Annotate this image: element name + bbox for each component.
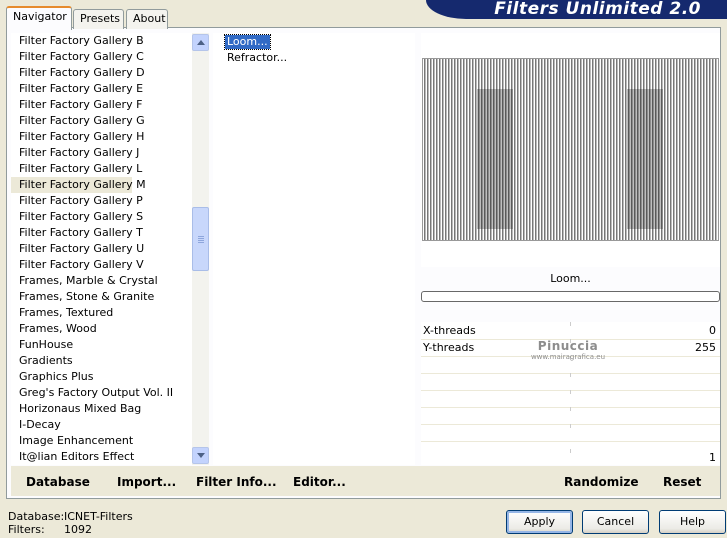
chevron-up-icon [197, 40, 205, 45]
category-item[interactable]: Frames, Wood [11, 321, 191, 337]
filter-item[interactable]: Refractor... [225, 51, 289, 65]
category-item[interactable]: Filter Factory Gallery S [11, 209, 191, 225]
parameter-row[interactable] [421, 424, 720, 442]
parameter-row[interactable] [421, 373, 720, 391]
category-item[interactable]: Frames, Stone & Granite [11, 289, 191, 305]
tab-presets[interactable]: Presets [73, 9, 124, 29]
watermark: Pinuccia www.mairagrafica.eu [513, 340, 623, 362]
navigator-toolbar: Database Import... Filter Info... Editor… [11, 466, 720, 496]
filter-info-button[interactable]: Filter Info... [196, 475, 277, 489]
category-item[interactable]: Filter Factory Gallery P [11, 193, 191, 209]
category-item[interactable]: Filter Factory Gallery H [11, 129, 191, 145]
category-item[interactable]: Image Enhancement [11, 433, 191, 449]
category-item[interactable]: It@lian Editors Effect [11, 449, 191, 465]
category-item[interactable]: FunHouse [11, 337, 191, 353]
category-item[interactable]: Filter Factory Gallery L [11, 161, 191, 177]
filter-list: Loom... Refractor... [213, 33, 415, 465]
database-value: ICNET-Filters [64, 510, 133, 523]
category-item[interactable]: Frames, Marble & Crystal [11, 273, 191, 289]
randomize-button[interactable]: Randomize [564, 475, 638, 489]
status-area: Database:ICNET-Filters Filters: 1092 [8, 510, 133, 536]
scroll-thumb[interactable] [192, 207, 209, 271]
category-item[interactable]: Filter Factory Gallery C [11, 49, 191, 65]
category-item[interactable]: Filter Factory Gallery T [11, 225, 191, 241]
parameter-value: 1 [709, 451, 716, 464]
preview-image [422, 58, 719, 241]
category-item[interactable]: Filter Factory Gallery G [11, 113, 191, 129]
cancel-button[interactable]: Cancel [582, 510, 649, 534]
filters-count: 1092 [64, 523, 92, 536]
parameter-row[interactable] [421, 407, 720, 425]
category-item[interactable]: Gradients [11, 353, 191, 369]
category-item[interactable]: Filter Factory Gallery B [11, 33, 191, 49]
category-scrollbar[interactable] [192, 33, 209, 465]
parameter-row[interactable]: X-threads 0 [421, 322, 720, 340]
scroll-down-button[interactable] [192, 447, 209, 464]
category-item[interactable]: Filter Factory Gallery U [11, 241, 191, 257]
category-item[interactable]: Filter Factory Gallery D [11, 65, 191, 81]
parameter-row[interactable]: 1 [421, 449, 720, 467]
app-title-banner: Filters Unlimited 2.0 [426, 0, 727, 19]
parameter-row[interactable] [421, 390, 720, 408]
editor-button[interactable]: Editor... [293, 475, 346, 489]
category-item[interactable]: Greg's Factory Output Vol. II [11, 385, 191, 401]
import-button[interactable]: Import... [117, 475, 176, 489]
current-filter-name: Loom... [550, 272, 591, 285]
database-label: Database: [8, 510, 65, 523]
category-item[interactable]: Filter Factory Gallery E [11, 81, 191, 97]
category-list: Filter Factory Gallery B Filter Factory G… [11, 33, 191, 465]
filters-label: Filters: [8, 523, 45, 536]
scroll-up-button[interactable] [192, 34, 209, 51]
tab-navigator[interactable]: Navigator [6, 6, 72, 30]
apply-button[interactable]: Apply [506, 510, 573, 534]
filter-item[interactable]: Loom... [224, 34, 271, 50]
parameter-label: X-threads [423, 324, 476, 337]
category-item[interactable]: Filter Factory Gallery M [11, 177, 146, 193]
category-item[interactable]: Horizonaus Mixed Bag [11, 401, 191, 417]
database-button[interactable]: Database [26, 475, 90, 489]
reset-button[interactable]: Reset [663, 475, 701, 489]
progress-bar [421, 291, 720, 302]
category-item[interactable]: Frames, Textured [11, 305, 191, 321]
help-button[interactable]: Help [659, 510, 726, 534]
watermark-url: www.mairagrafica.eu [530, 353, 606, 361]
chevron-down-icon [197, 453, 205, 458]
category-item[interactable]: Filter Factory Gallery J [11, 145, 191, 161]
category-item[interactable]: Filter Factory Gallery F [11, 97, 191, 113]
category-item[interactable]: Filter Factory Gallery V [11, 257, 191, 273]
parameter-value: 0 [709, 324, 716, 337]
parameter-label: Y-threads [423, 341, 475, 354]
category-item[interactable]: I-Decay [11, 417, 191, 433]
tab-about[interactable]: About [126, 9, 168, 29]
parameter-value: 255 [695, 341, 716, 354]
category-list-panel: Filter Factory Gallery B Filter Factory G… [11, 33, 209, 465]
watermark-title: Pinuccia [537, 339, 599, 353]
category-item[interactable]: Graphics Plus [11, 369, 191, 385]
